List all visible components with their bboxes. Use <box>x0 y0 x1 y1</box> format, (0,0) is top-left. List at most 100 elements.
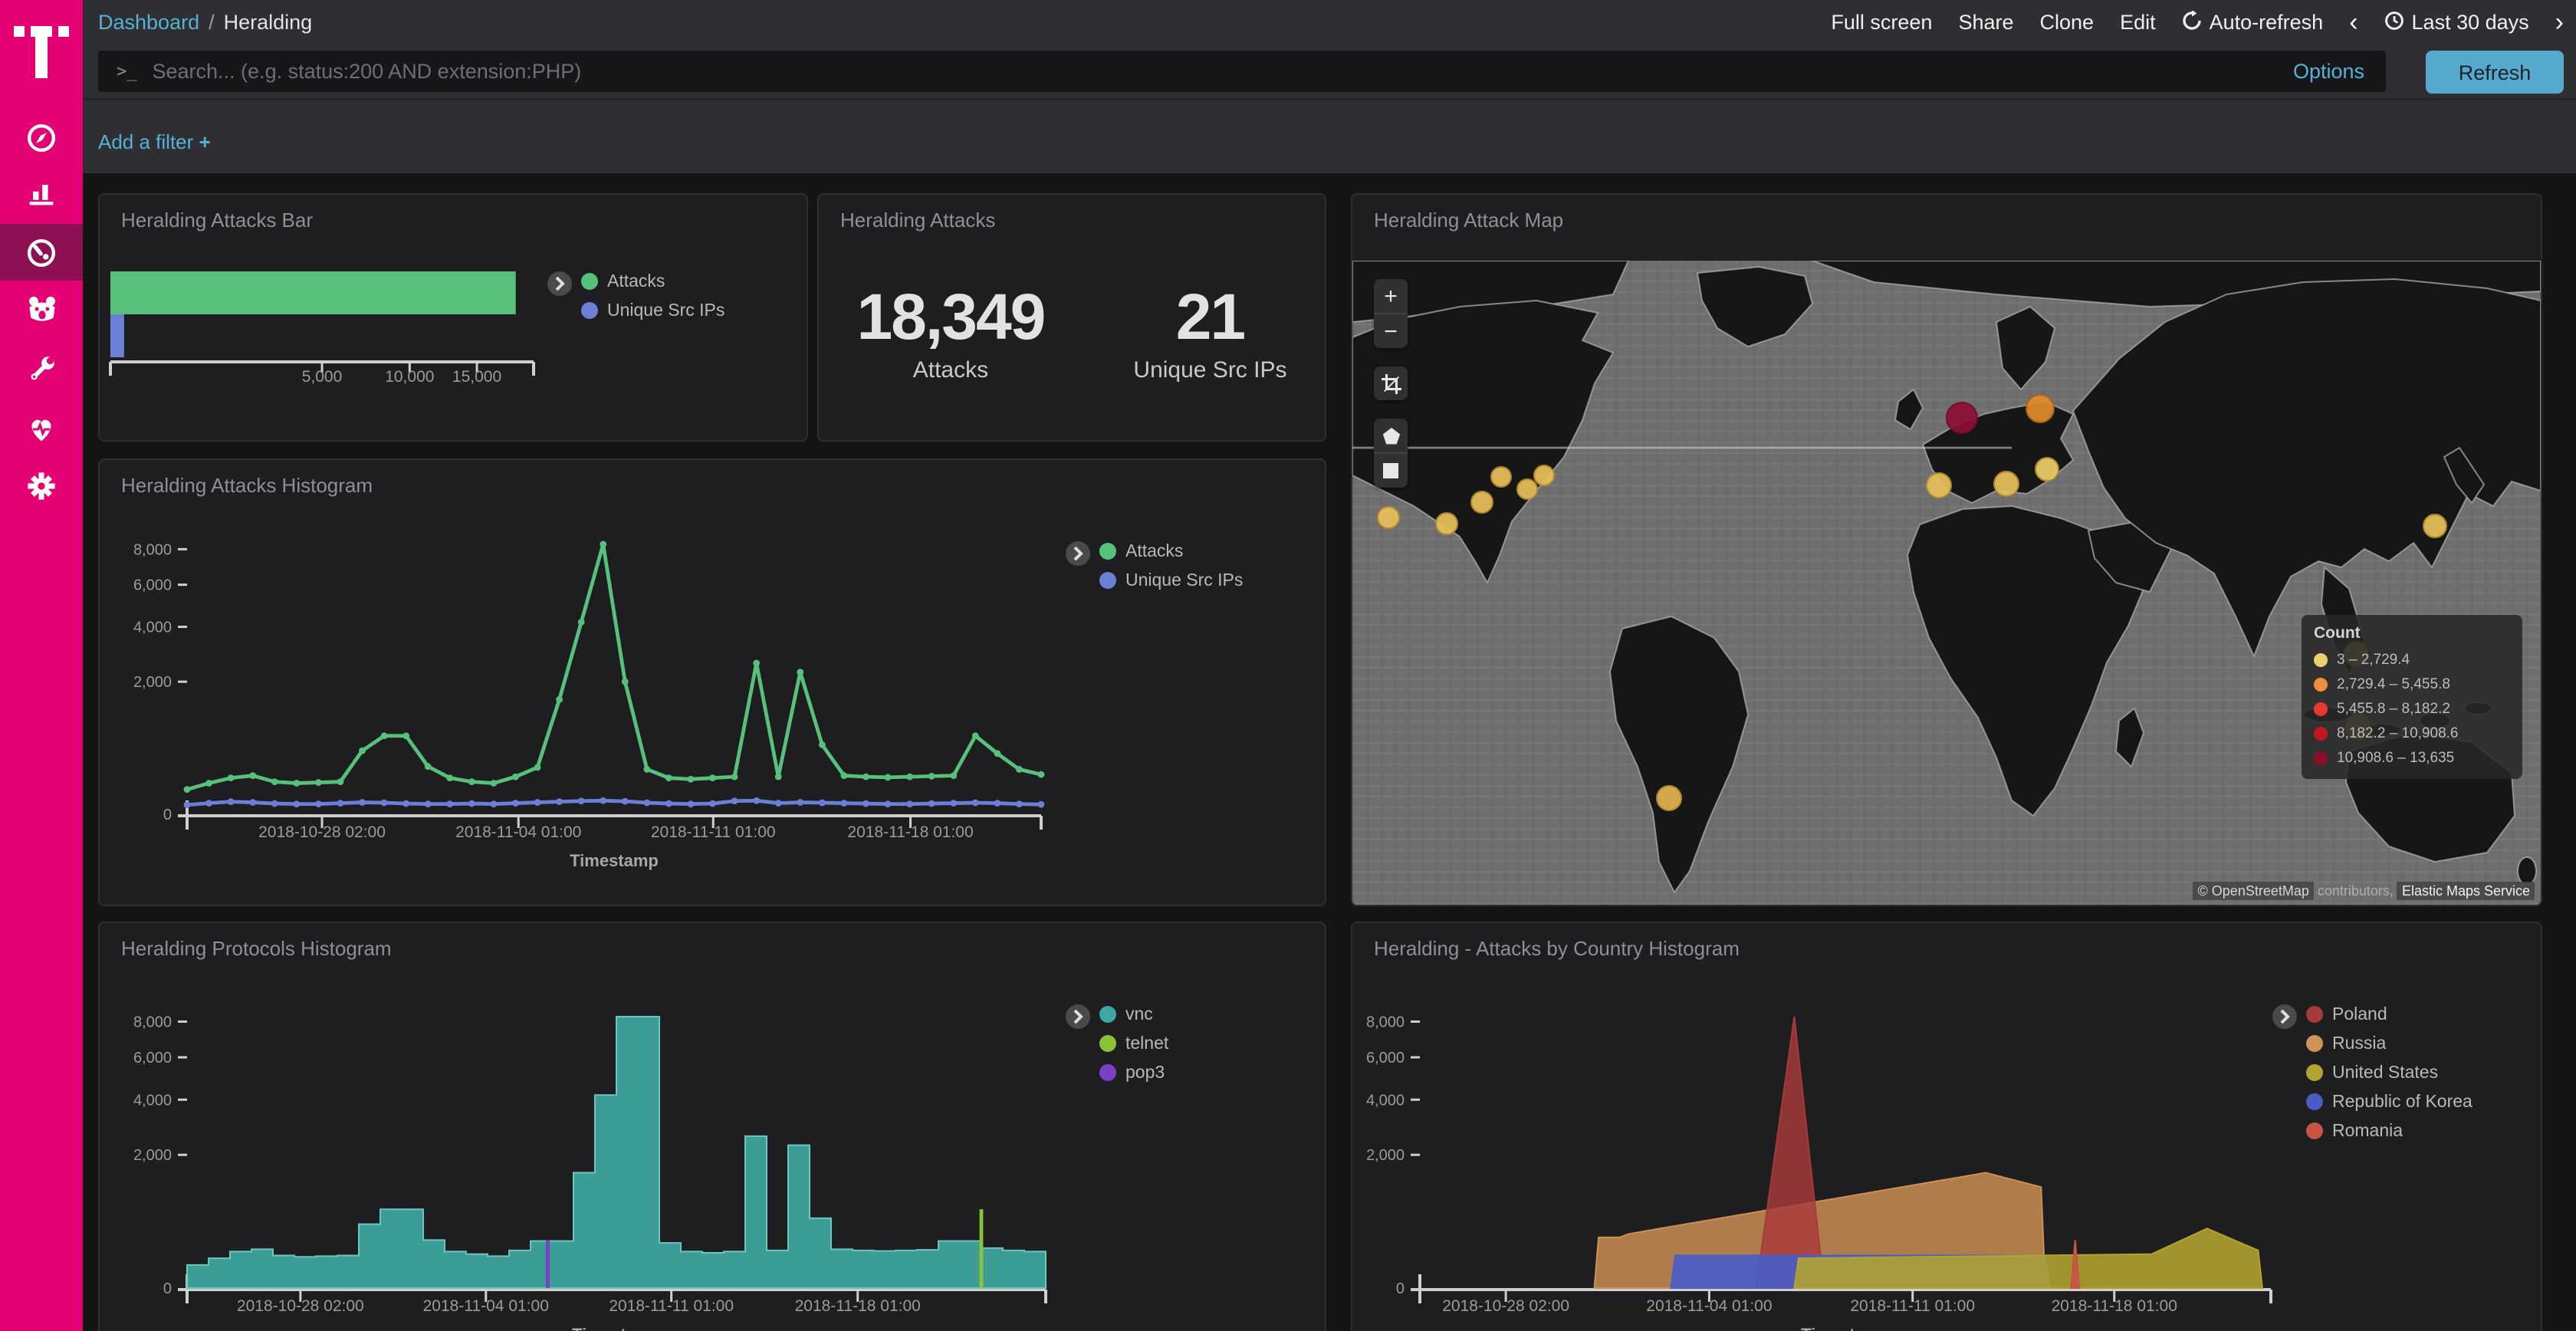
map-toolbar: + − <box>1374 279 1408 488</box>
map-attack-dot[interactable] <box>1993 470 2019 496</box>
legend-label: Republic of Korea <box>2332 1093 2472 1111</box>
map-zoom-out-button[interactable]: − <box>1374 313 1408 348</box>
map-attack-dot[interactable] <box>1376 505 1399 528</box>
refresh-button[interactable]: Refresh <box>2426 51 2564 94</box>
share-button[interactable]: Share <box>1958 11 2013 34</box>
legend-dot-icon <box>1099 543 1116 560</box>
legend-dot-icon <box>581 302 598 319</box>
attacks-bar-chart[interactable]: 5,000 10,000 15,000 AttacksUnique Src IPs <box>100 195 807 440</box>
legend-item[interactable]: pop3 <box>1099 1058 1168 1087</box>
legend-item[interactable]: Unique Src IPs <box>1099 566 1243 595</box>
sidebar-item-dashboard[interactable] <box>0 224 83 281</box>
page-title: Heralding <box>224 11 313 34</box>
svg-text:0: 0 <box>163 807 172 823</box>
map-attack-dot[interactable] <box>1533 465 1555 486</box>
map-count-legend: Count 3 – 2,729.42,729.4 – 5,455.85,455.… <box>2302 615 2522 779</box>
svg-text:2,000: 2,000 <box>133 1147 172 1164</box>
legend-collapse-chevron-icon[interactable] <box>1066 541 1090 566</box>
legend-item[interactable]: Poland <box>2306 1000 2472 1029</box>
sidebar-item-bear[interactable] <box>0 281 83 337</box>
kibana-dashboard: Dashboard / Heralding Full screen Share … <box>0 0 2576 1331</box>
legend-item[interactable]: Attacks <box>581 267 724 296</box>
svg-text:Timestamp: Timestamp <box>570 851 659 870</box>
ems-attribution[interactable]: Elastic Maps Service <box>2397 882 2535 900</box>
map-attack-dot[interactable] <box>1434 511 1457 534</box>
auto-refresh-button[interactable]: Auto-refresh <box>2182 10 2324 35</box>
world-map[interactable] <box>1352 261 2541 905</box>
map-attack-dot[interactable] <box>1470 490 1493 513</box>
protocols-histogram-chart[interactable]: 02,0004,0006,0008,0002018-10-28 02:00201… <box>100 923 1325 1331</box>
add-filter-link[interactable]: Add a filter + <box>98 130 211 153</box>
bar-chart-icon <box>25 176 58 209</box>
sidebar-item-discover[interactable] <box>0 109 83 166</box>
full-screen-button[interactable]: Full screen <box>1831 11 1932 34</box>
search-input[interactable]: >_ Search... (e.g. status:200 AND extens… <box>98 51 2386 92</box>
legend-item[interactable]: Republic of Korea <box>2306 1087 2472 1116</box>
breadcrumb-dashboard-link[interactable]: Dashboard <box>98 11 199 34</box>
legend-collapse-chevron-icon[interactable] <box>1066 1004 1090 1029</box>
panel-title: Heralding Protocols Histogram <box>121 937 392 960</box>
legend-collapse-chevron-icon[interactable] <box>547 271 572 296</box>
legend-item[interactable]: Unique Src IPs <box>581 296 724 325</box>
sidebar-item-health[interactable] <box>0 400 83 457</box>
legend-item[interactable]: Romania <box>2306 1116 2472 1145</box>
sidebar-item-management[interactable] <box>0 457 83 514</box>
map-attack-dot[interactable] <box>2025 393 2054 422</box>
top-chrome: Dashboard / Heralding Full screen Share … <box>83 0 2576 173</box>
metric-group: 18,349 Attacks 21 Unique Src IPs <box>819 195 1325 440</box>
map-attack-dot[interactable] <box>1945 401 1977 433</box>
svg-text:10,000: 10,000 <box>385 368 434 386</box>
polygon-icon <box>1381 426 1401 445</box>
map-fit-bounds-button[interactable] <box>1374 366 1408 400</box>
time-forward-chevron[interactable]: › <box>2555 9 2564 35</box>
map-legend-item: 3 – 2,729.4 <box>2314 647 2510 672</box>
map-attack-dot[interactable] <box>2035 457 2059 481</box>
svg-text:0: 0 <box>163 1280 172 1297</box>
legend-item[interactable]: Attacks <box>1099 537 1243 566</box>
svg-text:8,000: 8,000 <box>133 1014 172 1030</box>
map-attack-dot[interactable] <box>1655 784 1681 810</box>
panel-title: Heralding - Attacks by Country Histogram <box>1374 937 1740 960</box>
legend-dot-icon <box>1099 1006 1116 1023</box>
sidebar-item-devtools[interactable] <box>0 340 83 397</box>
clock-icon <box>2384 10 2404 35</box>
legend-item[interactable]: United States <box>2306 1058 2472 1087</box>
country-histogram-chart[interactable]: 02,0004,0006,0008,0002018-10-28 02:00201… <box>1352 923 2541 1331</box>
map-attack-dot[interactable] <box>1490 466 1512 488</box>
search-row: >_ Search... (e.g. status:200 AND extens… <box>83 44 2576 100</box>
svg-text:2018-11-04 01:00: 2018-11-04 01:00 <box>455 823 581 841</box>
legend-item[interactable]: Russia <box>2306 1029 2472 1058</box>
svg-text:2018-11-18 01:00: 2018-11-18 01:00 <box>795 1297 921 1315</box>
legend-label: Poland <box>2332 1005 2387 1024</box>
legend-collapse-chevron-icon[interactable] <box>2272 1004 2297 1029</box>
svg-text:8,000: 8,000 <box>133 541 172 558</box>
svg-text:2018-11-04 01:00: 2018-11-04 01:00 <box>1646 1297 1772 1315</box>
panel-attack-map: Heralding Attack Map <box>1351 193 2542 906</box>
osm-attribution[interactable]: © OpenStreetMap <box>2193 882 2314 900</box>
chart-legend: vnctelnetpop3 <box>1099 1000 1168 1087</box>
legend-item[interactable]: vnc <box>1099 1000 1168 1029</box>
svg-text:5,000: 5,000 <box>302 368 343 386</box>
svg-text:15,000: 15,000 <box>452 368 501 386</box>
time-back-chevron[interactable]: ‹ <box>2349 9 2358 35</box>
time-range-picker[interactable]: Last 30 days <box>2384 10 2529 35</box>
map-landmass <box>1352 261 2541 905</box>
clone-button[interactable]: Clone <box>2040 11 2095 34</box>
legend-item[interactable]: telnet <box>1099 1029 1168 1058</box>
map-legend-item: 10,908.6 – 13,635 <box>2314 745 2510 770</box>
svg-text:2018-11-18 01:00: 2018-11-18 01:00 <box>847 823 973 841</box>
telekom-logo[interactable] <box>14 12 69 83</box>
sidebar-item-visualize[interactable] <box>0 164 83 221</box>
options-link[interactable]: Options <box>2293 60 2364 83</box>
compass-icon <box>25 120 58 154</box>
svg-text:4,000: 4,000 <box>133 619 172 636</box>
map-draw-rectangle-button[interactable] <box>1374 452 1408 488</box>
breadcrumb-separator: / <box>209 11 215 34</box>
map-attack-dot[interactable] <box>2423 514 2447 538</box>
map-zoom-in-button[interactable]: + <box>1374 279 1408 313</box>
edit-button[interactable]: Edit <box>2120 11 2156 34</box>
map-attack-dot[interactable] <box>1925 472 1951 498</box>
map-draw-polygon-button[interactable] <box>1374 419 1408 452</box>
sidebar <box>0 0 83 1331</box>
attacks-histogram-chart[interactable]: 02,0004,0006,0008,0002018-10-28 02:00201… <box>100 460 1325 905</box>
